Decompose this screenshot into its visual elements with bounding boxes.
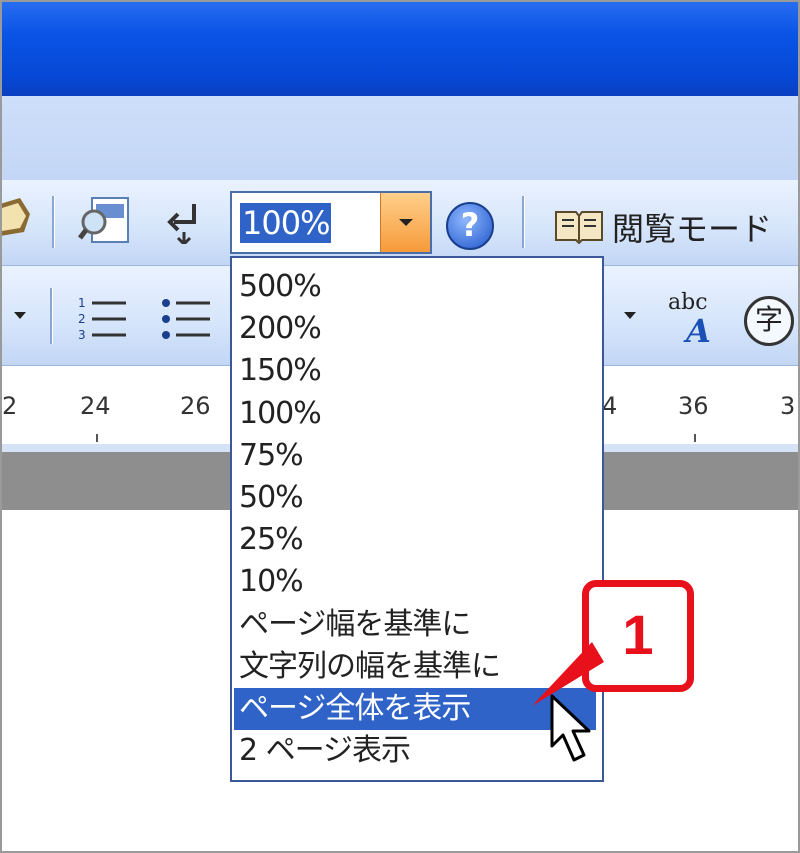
research-icon[interactable] bbox=[0, 194, 32, 244]
zoom-option-whole-page[interactable]: ページ全体を表示 bbox=[234, 687, 596, 731]
zoom-dropdown-list: 500% 200% 150% 100% 75% 50% 25% 10% ページ幅… bbox=[230, 256, 604, 782]
step-callout-label: 1 bbox=[622, 603, 654, 666]
ruler-tick bbox=[96, 434, 98, 442]
ruler-tick bbox=[694, 434, 696, 442]
paragraph-marks-icon[interactable] bbox=[164, 200, 208, 244]
enclosed-character-button[interactable]: 字 bbox=[744, 296, 794, 346]
kanji-label: 字 bbox=[754, 303, 783, 336]
zoom-option-two-pages[interactable]: 2 ページ表示 bbox=[234, 730, 600, 772]
ruler-number: 3 bbox=[780, 392, 796, 420]
zoom-option-200[interactable]: 200% bbox=[234, 308, 600, 350]
zoom-combobox[interactable]: 100% bbox=[230, 191, 432, 254]
book-icon bbox=[555, 211, 603, 244]
bulleted-list-icon[interactable] bbox=[160, 294, 212, 342]
ruler-number: 26 bbox=[180, 392, 211, 420]
svg-text:1: 1 bbox=[78, 296, 86, 310]
zoom-option-75[interactable]: 75% bbox=[234, 435, 600, 477]
numbered-list-icon[interactable]: 1 2 3 bbox=[76, 294, 128, 342]
abc-sub-label: A bbox=[686, 312, 711, 350]
window-title-bar bbox=[0, 0, 800, 96]
chevron-down-icon[interactable] bbox=[380, 193, 430, 252]
zoom-value[interactable]: 100% bbox=[240, 203, 332, 243]
menu-bar bbox=[0, 96, 800, 180]
ruler-number: 2 bbox=[2, 392, 18, 420]
zoom-option-150[interactable]: 150% bbox=[234, 350, 600, 392]
help-icon[interactable]: ? bbox=[446, 202, 494, 250]
print-preview-icon[interactable] bbox=[78, 192, 134, 250]
zoom-option-25[interactable]: 25% bbox=[234, 519, 600, 561]
svg-text:3: 3 bbox=[78, 328, 86, 342]
reading-mode-button[interactable]: 閲覧モード bbox=[612, 204, 772, 250]
zoom-option-500[interactable]: 500% bbox=[234, 266, 600, 308]
zoom-option-text-width[interactable]: 文字列の幅を基準に bbox=[234, 646, 600, 688]
zoom-option-page-width[interactable]: ページ幅を基準に bbox=[234, 604, 600, 646]
toolbar-separator bbox=[52, 196, 55, 248]
phonetic-guide-button[interactable]: abc A bbox=[664, 290, 724, 350]
zoom-option-100[interactable]: 100% bbox=[234, 393, 600, 435]
toolbar-separator bbox=[522, 196, 525, 248]
step-callout-box: 1 bbox=[582, 580, 694, 692]
zoom-option-10[interactable]: 10% bbox=[234, 561, 600, 603]
ruler-number: 24 bbox=[80, 392, 111, 420]
ruler-number: 36 bbox=[678, 392, 709, 420]
toolbar-separator bbox=[50, 288, 53, 344]
ruler-number: 4 bbox=[602, 392, 618, 420]
chevron-down-icon[interactable] bbox=[14, 312, 26, 319]
svg-text:2: 2 bbox=[78, 312, 86, 326]
zoom-option-50[interactable]: 50% bbox=[234, 477, 600, 519]
chevron-down-icon[interactable] bbox=[624, 312, 636, 319]
